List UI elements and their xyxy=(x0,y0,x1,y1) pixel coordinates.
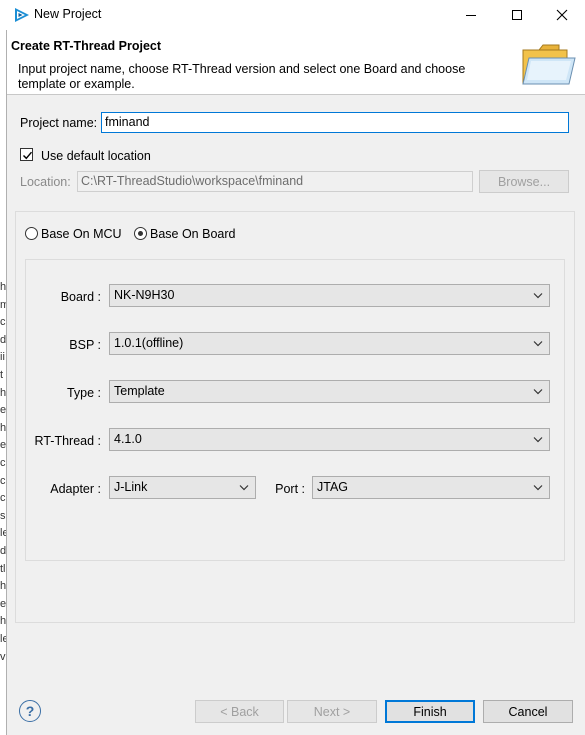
page-description: Input project name, choose RT-Thread ver… xyxy=(18,62,466,91)
chevron-down-icon xyxy=(533,437,543,443)
bsp-select-value: 1.0.1(offline) xyxy=(114,336,184,350)
base-on-board-radio[interactable] xyxy=(134,227,147,240)
window-title: New Project xyxy=(34,7,102,21)
background-window-sliver: hmcdiithehecccsledtlhehlev xyxy=(0,30,7,735)
cancel-button[interactable]: Cancel xyxy=(483,700,573,723)
close-button[interactable] xyxy=(539,0,585,30)
rtthread-version-select[interactable]: 4.1.0 xyxy=(109,428,550,451)
adapter-label: Adapter : xyxy=(50,482,101,496)
chevron-down-icon xyxy=(533,293,543,299)
maximize-button[interactable] xyxy=(494,0,540,30)
background-text-fragment: tl xyxy=(0,562,6,575)
port-select[interactable]: JTAG xyxy=(312,476,550,499)
background-text-fragment: c xyxy=(0,492,6,505)
minimize-button[interactable] xyxy=(448,0,494,30)
page-title: Create RT-Thread Project xyxy=(11,39,162,53)
board-select-value: NK-N9H30 xyxy=(114,288,175,302)
next-button[interactable]: Next > xyxy=(287,700,377,723)
background-text-fragment: h xyxy=(0,615,7,628)
back-button[interactable]: < Back xyxy=(195,700,284,723)
background-text-fragment: le xyxy=(0,527,6,540)
background-text-fragment: h xyxy=(0,421,7,434)
project-name-input[interactable]: fminand xyxy=(101,112,569,133)
minimize-icon xyxy=(466,15,476,16)
background-text-fragment: e xyxy=(0,439,7,452)
use-default-location-checkbox[interactable] xyxy=(20,148,33,161)
port-label: Port : xyxy=(275,482,305,496)
background-text-fragment: le xyxy=(0,633,6,645)
adapter-select[interactable]: J-Link xyxy=(109,476,256,499)
wizard-header: Create RT-Thread Project Input project n… xyxy=(7,30,585,95)
project-name-label: Project name: xyxy=(20,116,98,130)
use-default-location-label[interactable]: Use default location xyxy=(41,149,151,163)
title-bar: New Project xyxy=(0,0,585,30)
location-input[interactable]: C:\RT-ThreadStudio\workspace\fminand xyxy=(77,171,473,192)
background-text-fragment: c xyxy=(0,474,6,487)
chevron-down-icon xyxy=(533,341,543,347)
board-label: Board : xyxy=(60,290,101,304)
browse-button[interactable]: Browse... xyxy=(479,170,569,193)
background-text-fragment: s xyxy=(0,509,6,522)
background-text-fragment: e xyxy=(0,404,7,417)
maximize-icon xyxy=(512,10,522,20)
board-select[interactable]: NK-N9H30 xyxy=(109,284,550,307)
base-on-board-label[interactable]: Base On Board xyxy=(150,227,235,241)
background-text-fragment: c xyxy=(0,457,6,469)
chevron-down-icon xyxy=(533,485,543,491)
help-icon[interactable]: ? xyxy=(19,700,41,722)
bsp-label: BSP : xyxy=(69,338,101,352)
base-on-mcu-label[interactable]: Base On MCU xyxy=(41,227,122,241)
radio-selected-dot xyxy=(138,231,143,236)
port-select-value: JTAG xyxy=(317,480,349,494)
type-select-value: Template xyxy=(114,384,165,398)
adapter-select-value: J-Link xyxy=(114,480,148,494)
close-icon xyxy=(556,9,568,21)
type-label: Type : xyxy=(66,386,101,400)
background-text-fragment: e xyxy=(0,597,7,610)
folder-icon xyxy=(522,44,576,85)
background-text-fragment: v xyxy=(0,650,6,663)
background-text-fragment: c xyxy=(0,316,6,329)
chevron-down-icon xyxy=(239,485,249,491)
rtthread-version-label: RT-Thread : xyxy=(34,434,101,448)
background-text-fragment: d xyxy=(0,545,7,557)
checkmark-icon xyxy=(23,151,33,160)
background-text-fragment: m xyxy=(0,299,6,311)
rt-thread-app-icon xyxy=(15,8,29,22)
bsp-select[interactable]: 1.0.1(offline) xyxy=(109,332,550,355)
location-label: Location: xyxy=(20,175,71,189)
rtthread-version-value: 4.1.0 xyxy=(114,432,142,446)
background-text-fragment: h xyxy=(0,580,7,593)
background-text-fragment: t xyxy=(0,369,4,381)
background-text-fragment: d xyxy=(0,333,7,346)
chevron-down-icon xyxy=(533,389,543,395)
background-text-fragment: h xyxy=(0,386,7,399)
background-text-fragment: h xyxy=(0,281,7,293)
finish-button[interactable]: Finish xyxy=(385,700,475,723)
base-on-mcu-radio[interactable] xyxy=(25,227,38,240)
type-select[interactable]: Template xyxy=(109,380,550,403)
background-text-fragment: ii xyxy=(0,351,5,364)
